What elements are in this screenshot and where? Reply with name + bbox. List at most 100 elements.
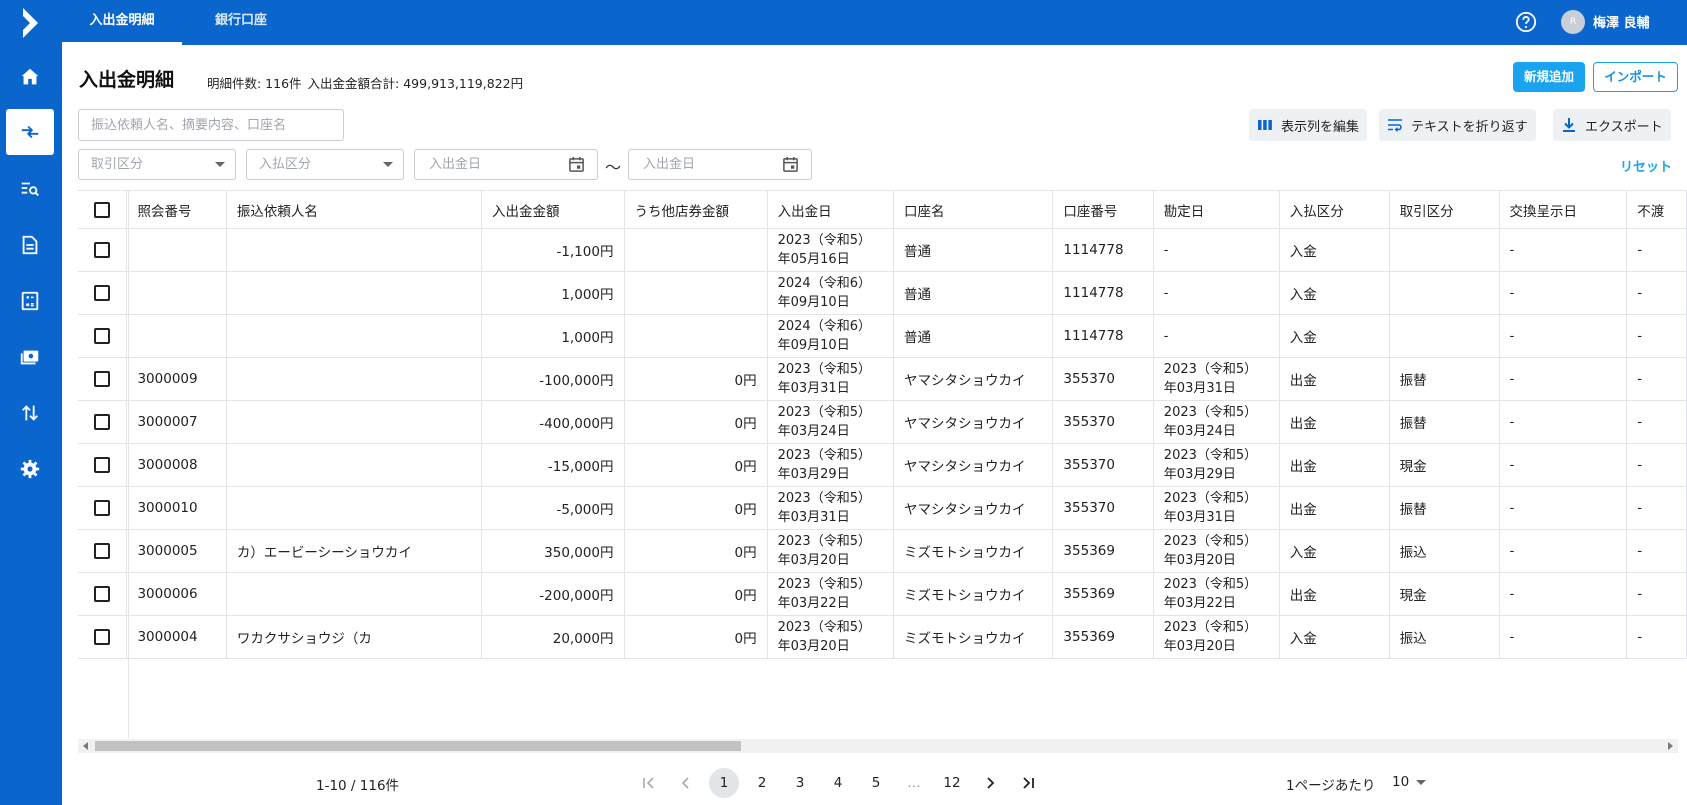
horizontal-scrollbar[interactable] xyxy=(78,739,1678,753)
last-page-button[interactable] xyxy=(1013,768,1043,798)
table-cell: - xyxy=(1626,400,1687,444)
table-cell: 2024（令和6）年09月10日 xyxy=(767,271,894,315)
row-select-cell xyxy=(78,486,128,530)
scroll-left-icon[interactable] xyxy=(83,742,88,750)
column-header[interactable]: 交換呈示日 xyxy=(1499,190,1628,229)
table-cell: 2023（令和5）年03月24日 xyxy=(767,400,894,444)
table-row[interactable]: 3000004 ワカクサショウジ（カ 20,000円 0円 2023（令和5）年03月2… xyxy=(78,615,1687,659)
page-button-3[interactable]: 3 xyxy=(785,768,815,798)
column-header[interactable]: 入払区分 xyxy=(1279,190,1390,229)
table-cell: 振込 xyxy=(1389,615,1500,659)
nav-transactions[interactable] xyxy=(6,109,54,155)
tab-bank-accounts[interactable]: 銀行口座 xyxy=(196,0,286,45)
table-row[interactable]: 3000005 カ）エービーシーショウカイ 350,000円 0円 2023（令和5）年… xyxy=(78,529,1687,573)
scrollbar-thumb[interactable] xyxy=(95,741,741,751)
in-out-type-select[interactable]: 入払区分 xyxy=(246,149,404,180)
table-cell: 3000006 xyxy=(126,572,227,616)
nav-documents[interactable] xyxy=(6,222,54,268)
column-header[interactable]: 振込依頼人名 xyxy=(226,190,483,229)
table-row[interactable]: 3000006 -200,000円 0円 2023（令和5）年03月22日 ミズモトショ… xyxy=(78,572,1687,616)
table-row[interactable]: -1,100円 2023（令和5）年05月16日 普通 1114778- 入金 - - xyxy=(78,228,1687,272)
last-page-icon xyxy=(1023,777,1034,789)
page-button-1[interactable]: 1 xyxy=(709,768,739,798)
table-row[interactable]: 3000010 -5,000円 0円 2023（令和5）年03月31日 ヤマシタショウカ… xyxy=(78,486,1687,530)
table-cell: 2023（令和5）年03月29日 xyxy=(767,443,894,487)
edit-columns-button[interactable]: 表示列を編集 xyxy=(1249,109,1368,141)
column-header[interactable]: 入出金金額 xyxy=(481,190,625,229)
column-header[interactable]: うち他店券金額 xyxy=(624,190,768,229)
row-checkbox[interactable] xyxy=(94,457,111,473)
row-checkbox[interactable] xyxy=(94,328,111,344)
table-cell: 3000009 xyxy=(126,357,227,401)
table-cell: -100,000円 xyxy=(481,357,625,401)
column-header[interactable]: 不渡 xyxy=(1626,190,1687,229)
column-header[interactable]: 口座番号 xyxy=(1052,190,1154,229)
table-row[interactable]: 1,000円 2024（令和6）年09月10日 普通 1114778- 入金 - - xyxy=(78,271,1687,315)
table-cell: - xyxy=(1626,357,1687,401)
import-button[interactable]: インポート xyxy=(1593,62,1678,92)
table-cell: 普通 xyxy=(893,271,1054,315)
wrap-text-button[interactable]: テキストを折り返す xyxy=(1379,109,1536,141)
page-button-12[interactable]: 12 xyxy=(937,768,967,798)
per-page-select[interactable]: 10 xyxy=(1392,774,1409,790)
scroll-right-icon[interactable] xyxy=(1668,742,1673,750)
row-checkbox[interactable] xyxy=(94,242,111,258)
table-cell xyxy=(226,572,483,616)
app-logo-icon[interactable] xyxy=(20,6,42,40)
nav-home[interactable] xyxy=(6,54,54,100)
chevron-right-icon xyxy=(987,777,995,789)
avatar[interactable]: R xyxy=(1561,10,1585,34)
column-header[interactable]: 取引区分 xyxy=(1389,190,1500,229)
next-page-button[interactable] xyxy=(975,768,1005,798)
columns-icon xyxy=(1258,120,1272,130)
reset-link[interactable]: リセット xyxy=(1620,156,1672,175)
transaction-type-select[interactable]: 取引区分 xyxy=(78,149,236,180)
user-name[interactable]: 梅澤 良輔 xyxy=(1593,12,1650,31)
row-checkbox[interactable] xyxy=(94,500,111,516)
nav-calculator[interactable] xyxy=(6,278,54,324)
calendar-icon[interactable] xyxy=(782,156,799,173)
export-button[interactable]: エクスポート xyxy=(1553,109,1671,141)
row-checkbox[interactable] xyxy=(94,414,111,430)
row-checkbox[interactable] xyxy=(94,371,111,387)
table-row[interactable]: 1,000円 2024（令和6）年09月10日 普通 1114778- 入金 - - xyxy=(78,314,1687,358)
row-checkbox[interactable] xyxy=(94,543,111,559)
page-button-5[interactable]: 5 xyxy=(861,768,891,798)
table-cell: 出金 xyxy=(1279,400,1390,444)
tab-transactions[interactable]: 入出金明細 xyxy=(62,0,182,45)
table-cell: - xyxy=(1499,486,1628,530)
date-to-field[interactable]: 入出金日 xyxy=(628,149,812,180)
row-checkbox[interactable] xyxy=(94,586,111,602)
table-row[interactable]: 3000007 -400,000円 0円 2023（令和5）年03月24日 ヤマシタショ… xyxy=(78,400,1687,444)
search-input[interactable] xyxy=(78,109,344,141)
column-header[interactable]: 入出金日 xyxy=(767,190,894,229)
row-select-cell xyxy=(78,228,128,272)
page-button-2[interactable]: 2 xyxy=(747,768,777,798)
column-header[interactable]: 照会番号 xyxy=(126,190,227,229)
column-header[interactable]: 勘定日 xyxy=(1153,190,1280,229)
row-checkbox[interactable] xyxy=(94,285,111,301)
prev-page-button[interactable] xyxy=(671,768,701,798)
table-row[interactable]: 3000008 -15,000円 0円 2023（令和5）年03月29日 ヤマシタショウ… xyxy=(78,443,1687,487)
date-from-field[interactable]: 入出金日 xyxy=(414,149,598,180)
select-all-checkbox[interactable] xyxy=(94,201,111,218)
column-header[interactable]: 口座名 xyxy=(893,190,1054,229)
table-cell: - xyxy=(1626,314,1687,358)
table-row[interactable]: 3000009 -100,000円 0円 2023（令和5）年03月31日 ヤマシタショ… xyxy=(78,357,1687,401)
transactions-table-container[interactable]: 照会番号 振込依頼人名 入出金金額 うち他店券金額 入出金日 口座名 口座番号 … xyxy=(78,190,1687,742)
page-button-4[interactable]: 4 xyxy=(823,768,853,798)
add-new-button[interactable]: 新規追加 xyxy=(1513,62,1585,92)
table-cell: - xyxy=(1626,271,1687,315)
first-page-button[interactable] xyxy=(634,768,664,798)
nav-settings[interactable] xyxy=(6,446,54,492)
caret-down-icon[interactable] xyxy=(1416,780,1426,785)
help-icon[interactable] xyxy=(1515,11,1537,33)
nav-sort[interactable] xyxy=(6,390,54,436)
document-icon xyxy=(22,235,38,255)
nav-search-list[interactable] xyxy=(6,166,54,212)
table-cell: - xyxy=(1626,486,1687,530)
nav-cash[interactable] xyxy=(6,334,54,380)
transfer-arrows-icon xyxy=(21,125,39,139)
row-checkbox[interactable] xyxy=(94,629,111,645)
calendar-icon[interactable] xyxy=(568,156,585,173)
